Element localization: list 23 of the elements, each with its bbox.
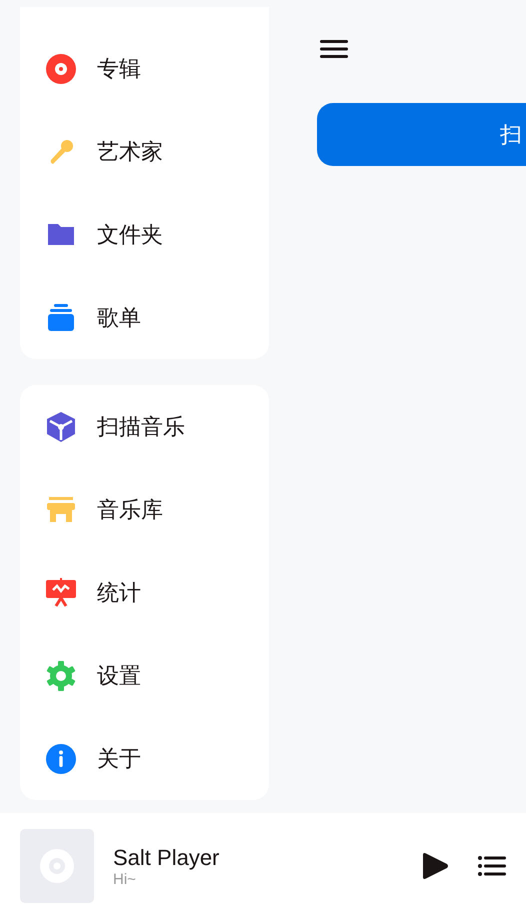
store-icon xyxy=(47,496,75,522)
disc-icon xyxy=(46,54,76,84)
sidebar-item[interactable]: 扫描音乐 xyxy=(97,412,185,442)
track-subtitle: Hi~ xyxy=(113,870,137,888)
track-title: Salt Player xyxy=(113,844,220,870)
presentation-chart-icon xyxy=(46,578,76,607)
settings-icon xyxy=(46,660,76,690)
menu-icon[interactable] xyxy=(320,39,348,59)
sidebar-item[interactable]: 统计 xyxy=(97,578,141,608)
sidebar-item[interactable]: 音乐库 xyxy=(97,494,163,524)
sidebar-item[interactable]: 设置 xyxy=(97,660,141,690)
sidebar-item[interactable]: 艺术家 xyxy=(97,136,163,166)
sidebar-item[interactable]: 歌单 xyxy=(97,302,141,332)
playlist-icon[interactable] xyxy=(478,855,506,877)
stack-icon xyxy=(47,304,75,332)
folder-icon xyxy=(47,223,75,246)
info-icon xyxy=(46,744,76,774)
scan-button[interactable]: 扫 xyxy=(317,103,526,166)
sidebar-item[interactable]: 专辑 xyxy=(97,54,141,84)
sidebar-item[interactable]: 关于 xyxy=(97,744,141,774)
sidebar-item[interactable]: 文件夹 xyxy=(97,220,163,250)
cube-icon xyxy=(47,412,75,442)
play-icon[interactable] xyxy=(421,852,449,880)
